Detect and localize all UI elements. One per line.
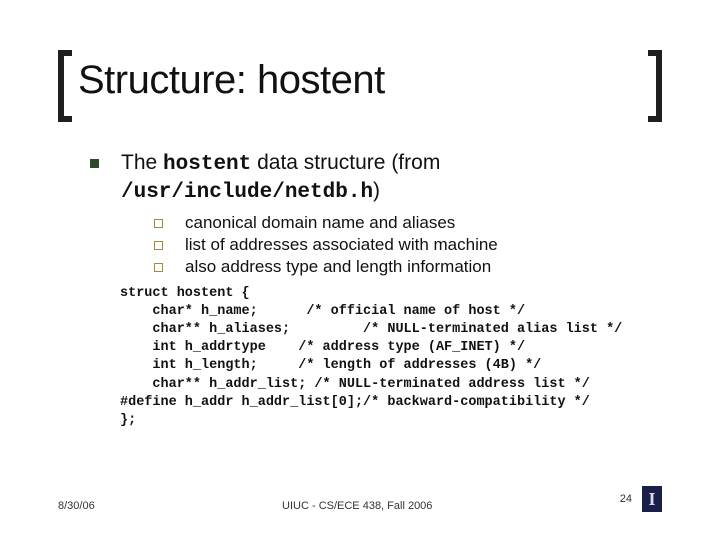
sub-bullet-text: also address type and length information <box>185 257 491 277</box>
bullet-level2: list of addresses associated with machin… <box>154 235 662 255</box>
bullet-level2: also address type and length information <box>154 257 662 277</box>
hollow-square-icon <box>154 263 163 272</box>
code-block: struct hostent { char* h_name; /* offici… <box>120 285 662 431</box>
slide-body: The hostent data structure (from /usr/in… <box>90 150 662 430</box>
sub-bullet-text: canonical domain name and aliases <box>185 213 455 233</box>
footer-center: UIUC - CS/ECE 438, Fall 2006 <box>282 500 432 512</box>
uiuc-logo-icon <box>642 486 662 512</box>
hollow-square-icon <box>154 219 163 228</box>
sub-bullet-list: canonical domain name and aliases list o… <box>154 213 662 277</box>
text-post: data structure (from <box>251 151 440 174</box>
footer-date: 8/30/06 <box>58 500 95 512</box>
square-bullet-icon <box>90 159 99 168</box>
footer: 8/30/06 UIUC - CS/ECE 438, Fall 2006 24 <box>58 486 662 512</box>
sub-bullet-text: list of addresses associated with machin… <box>185 235 498 255</box>
page-number: 24 <box>620 493 632 505</box>
hollow-square-icon <box>154 241 163 250</box>
footer-right: 24 <box>620 486 662 512</box>
bullet-text: The hostent data structure (from /usr/in… <box>121 150 440 207</box>
slide-title: Structure: hostent <box>78 58 385 103</box>
bracket-right <box>648 50 662 122</box>
text-mono: hostent <box>163 153 251 176</box>
bracket-left <box>58 50 72 122</box>
text-pre: The <box>121 151 163 174</box>
bullet-level1: The hostent data structure (from /usr/in… <box>90 150 662 207</box>
text-mono-2: /usr/include/netdb.h <box>121 181 373 204</box>
text-post-2: ) <box>373 179 380 202</box>
title-bar: Structure: hostent <box>58 50 662 122</box>
bullet-level2: canonical domain name and aliases <box>154 213 662 233</box>
